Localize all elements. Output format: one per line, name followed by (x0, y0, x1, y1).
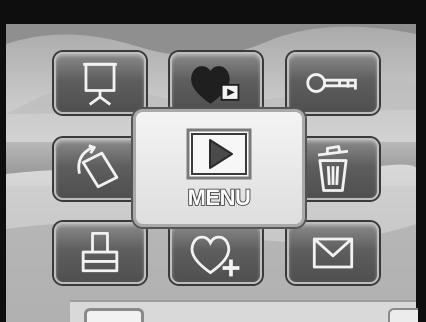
email-tile[interactable] (287, 222, 379, 284)
slideshow-tile[interactable] (54, 52, 146, 114)
screen-frame-right (416, 24, 426, 322)
status-bar (70, 300, 418, 322)
print-tile[interactable] (54, 222, 146, 284)
play-icon (186, 128, 252, 180)
key-icon (306, 73, 357, 93)
add-favorite-tile[interactable] (170, 222, 262, 284)
camera-screen: MENU (0, 0, 426, 322)
menu-button[interactable]: MENU (133, 109, 305, 227)
heart-plus-icon (190, 235, 240, 277)
status-tab-right (388, 308, 418, 322)
status-tab-left (84, 308, 144, 322)
screen-frame-top (0, 0, 426, 24)
favorites-play-tile[interactable] (170, 52, 262, 114)
menu-label: MENU (187, 184, 252, 211)
slideshow-icon (83, 62, 117, 106)
protect-tile[interactable] (287, 52, 379, 114)
rotate-icon (77, 144, 119, 189)
print-icon (81, 231, 119, 273)
favorites-play-icon (191, 66, 240, 104)
envelope-icon (312, 237, 354, 269)
